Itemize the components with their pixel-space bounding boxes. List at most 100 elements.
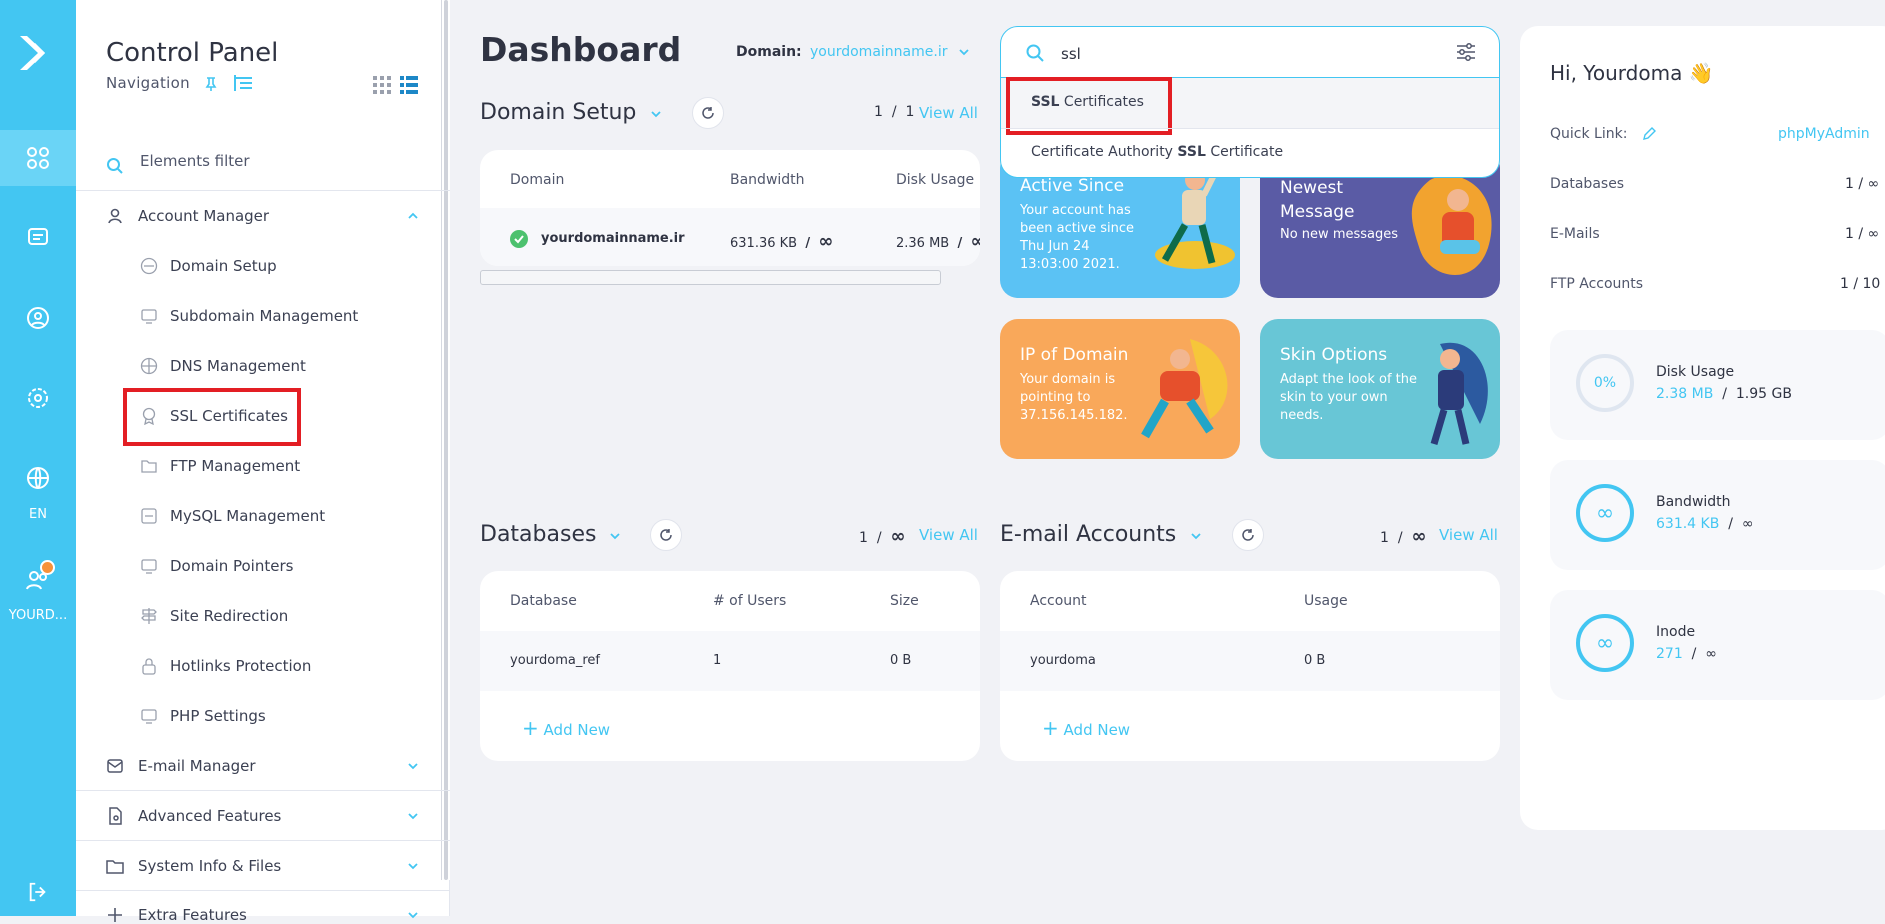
horizontal-scrollbar[interactable] (480, 270, 941, 285)
chevron-down-icon[interactable] (650, 108, 662, 120)
refresh-icon (1242, 529, 1254, 541)
email-usage-cell: 0 B (1304, 653, 1326, 668)
sidebar-item-hotlinks-protection[interactable]: Hotlinks Protection (140, 657, 311, 675)
domain-cell[interactable]: yourdomainname.ir (541, 231, 685, 246)
ssl-sidebar-highlight (123, 388, 301, 446)
refresh-domain-button[interactable] (692, 97, 724, 129)
database-name-cell[interactable]: yourdoma_ref (510, 653, 600, 668)
ip-of-domain-tile[interactable]: IP of Domain Your domain is pointing to … (1000, 319, 1240, 459)
app-logo-icon[interactable] (16, 32, 58, 74)
disk-usage-card: 0% Disk Usage 2.38 MB / 1.95 GB (1550, 330, 1885, 440)
databases-pager: 1 / ∞ (859, 526, 906, 547)
add-database-button[interactable]: + Add New (522, 716, 610, 740)
page-title: Dashboard (480, 30, 682, 69)
emails-view-all-link[interactable]: View All (1439, 526, 1498, 544)
monitor-icon (141, 309, 157, 324)
tile-description: Adapt the look of the skin to your own n… (1280, 372, 1418, 423)
account-manager-group[interactable]: Account Manager (106, 207, 426, 225)
email-accounts-title: E-mail Accounts (1000, 522, 1177, 547)
plus-icon: + (522, 716, 539, 740)
databases-view-all-link[interactable]: View All (919, 526, 978, 544)
sidebar-item-domain-setup[interactable]: Domain Setup (140, 257, 277, 275)
user-icon (108, 208, 122, 224)
extra-features-group[interactable]: Extra Features (106, 906, 426, 924)
sidebar-item-php-settings[interactable]: PHP Settings (140, 707, 266, 725)
account-rail-button[interactable] (0, 290, 76, 346)
sidebar-item-dns-management[interactable]: DNS Management (140, 357, 306, 375)
bandwidth-label: Bandwidth (1656, 494, 1731, 510)
sidebar-item-ftp-management[interactable]: FTP Management (140, 457, 300, 475)
man-running-illustration (1141, 339, 1228, 439)
icon-rail: EN YOURD... (0, 0, 76, 916)
email-account-cell[interactable]: yourdoma (1030, 653, 1096, 668)
list-tree-icon[interactable] (232, 73, 254, 93)
stat-label: FTP Accounts (1550, 276, 1644, 292)
column-header: Account (1030, 593, 1087, 609)
chevron-down-icon (408, 813, 418, 820)
system-info-files-group[interactable]: System Info & Files (106, 857, 426, 875)
account-manager-label: Account Manager (138, 207, 270, 225)
refresh-databases-button[interactable] (650, 519, 682, 551)
navigation-label: Navigation (106, 74, 190, 92)
domain-select[interactable]: yourdomainname.ir (810, 44, 947, 60)
databases-title: Databases (480, 522, 597, 547)
quick-link-phpmyadmin[interactable]: phpMyAdmin (1778, 126, 1870, 142)
database-size-cell: 0 B (890, 653, 912, 668)
list-view-icon[interactable] (400, 76, 418, 94)
search-result-ca-ssl-certificate[interactable]: Certificate Authority SSL Certificate (1031, 144, 1283, 160)
sidebar-item-site-redirection[interactable]: Site Redirection (140, 607, 288, 625)
sql-icon (141, 508, 157, 524)
sidebar-item-subdomain-management[interactable]: Subdomain Management (140, 307, 358, 325)
sidebar-title: Control Panel (106, 38, 279, 68)
chevron-down-icon[interactable] (1190, 530, 1202, 542)
skin-options-tile[interactable]: Skin Options Adapt the look of the skin … (1260, 319, 1500, 459)
refresh-emails-button[interactable] (1232, 519, 1264, 551)
sidebar-item-label: Subdomain Management (170, 307, 359, 325)
sidebar-item-label: DNS Management (170, 357, 306, 375)
add-email-button[interactable]: + Add New (1042, 716, 1130, 740)
mail-icon (107, 759, 123, 773)
grid-view-icon[interactable] (373, 76, 391, 94)
messages-rail-button[interactable] (0, 210, 76, 266)
bandwidth-ring: ∞ (1576, 484, 1634, 542)
sidebar-item-domain-pointers[interactable]: Domain Pointers (140, 557, 293, 575)
chat-icon (28, 228, 48, 245)
domain-pager: 1 / 1 (874, 104, 915, 120)
search-icon (107, 158, 123, 174)
logout-rail-button[interactable] (0, 864, 76, 920)
user-label: YOURD... (8, 608, 68, 623)
chevron-down-icon[interactable] (609, 530, 621, 542)
user-rail-button[interactable] (0, 552, 76, 608)
domain-view-all-link[interactable]: View All (919, 104, 978, 122)
inode-value: 271 / ∞ (1656, 646, 1717, 662)
pin-icon[interactable] (204, 76, 218, 92)
column-header: Domain (510, 172, 565, 188)
system-info-files-label: System Info & Files (138, 857, 282, 875)
pencil-icon[interactable] (1642, 127, 1656, 141)
chevron-up-icon (408, 212, 418, 219)
elements-filter-input[interactable]: Elements filter (140, 152, 250, 170)
column-header: Size (890, 593, 919, 609)
sidebar-scrollbar[interactable] (441, 0, 450, 880)
search-input[interactable]: ssl (1061, 45, 1081, 63)
advanced-features-group[interactable]: Advanced Features (106, 807, 426, 825)
signpost-icon (141, 608, 157, 624)
grid-icon (27, 147, 49, 169)
refresh-icon (702, 107, 714, 119)
inode-label: Inode (1656, 624, 1696, 640)
sidebar-item-mysql-management[interactable]: MySQL Management (140, 507, 325, 525)
language-label: EN (29, 507, 47, 522)
chevron-down-icon[interactable] (958, 46, 970, 58)
bandwidth-cell: 631.36 KB / ∞ (730, 231, 834, 252)
settings-rail-button[interactable] (0, 370, 76, 426)
inode-ring: ∞ (1576, 614, 1634, 672)
plus-icon: + (1042, 716, 1059, 740)
search-dropdown: ssl SSL Certificates Certificate Authori… (1000, 26, 1500, 178)
sidebar-item-label: Domain Setup (170, 257, 277, 275)
gear-icon (28, 388, 48, 408)
dashboard-rail-button[interactable] (0, 130, 76, 186)
language-rail-button[interactable] (0, 450, 76, 506)
email-manager-group[interactable]: E-mail Manager (106, 757, 426, 775)
www-icon (140, 257, 158, 275)
filter-sliders-icon[interactable] (1455, 41, 1477, 63)
